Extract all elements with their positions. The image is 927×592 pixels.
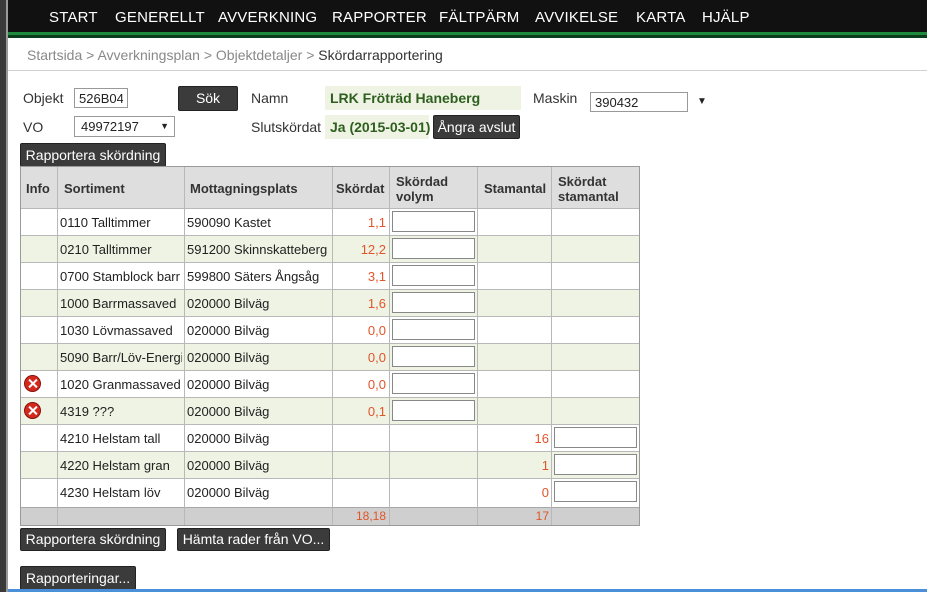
cell-skordat: 0,0 xyxy=(367,377,386,392)
rapportera-skordning-button[interactable]: Rapportera skördning xyxy=(20,528,166,551)
skordat-stamantal-input[interactable] xyxy=(554,454,637,475)
error-icon[interactable] xyxy=(24,402,41,419)
nav-avvikelse[interactable]: AVVIKELSE xyxy=(535,9,618,26)
cell-skordat: 0,0 xyxy=(367,323,386,338)
skordad-volym-input[interactable] xyxy=(392,211,475,232)
skordat-stamantal-input[interactable] xyxy=(554,427,637,448)
skordad-volym-input[interactable] xyxy=(392,319,475,340)
breadcrumb-separator: > xyxy=(203,47,213,63)
cell-mottagningsplats: 020000 Bilväg xyxy=(187,377,270,392)
maskin-input[interactable] xyxy=(590,92,688,112)
cell-mottagningsplats: 020000 Bilväg xyxy=(187,431,270,446)
namn-value: LRK Fröträd Haneberg xyxy=(330,90,481,106)
maskin-dropdown-arrow-icon[interactable]: ▼ xyxy=(697,96,707,107)
vo-select[interactable]: 49972197 ▼ xyxy=(74,116,175,137)
breadcrumb-objektdetaljer[interactable]: Objektdetaljer xyxy=(216,47,302,63)
vo-chevron-down-icon: ▼ xyxy=(160,121,169,131)
breadcrumb-separator: > xyxy=(306,47,315,63)
cell-sortiment: 0700 Stamblock barr xyxy=(60,269,180,284)
cell-sortiment: 0110 Talltimmer xyxy=(60,215,151,230)
nav-accent-stripe-dark xyxy=(8,35,927,38)
cell-mottagningsplats: 020000 Bilväg xyxy=(187,296,270,311)
cell-mottagningsplats: 020000 Bilväg xyxy=(187,323,270,338)
skordad-volym-input[interactable] xyxy=(392,400,475,421)
error-icon[interactable] xyxy=(24,375,41,392)
cell-sortiment: 4230 Helstam löv xyxy=(60,485,161,500)
cell-stamantal: 1 xyxy=(541,458,549,473)
cell-sortiment: 1030 Lövmassaved xyxy=(60,323,173,338)
rapporteringar-button[interactable]: Rapporteringar... xyxy=(20,566,136,590)
objekt-label: Objekt xyxy=(23,90,64,106)
nav-generellt[interactable]: GENERELLT xyxy=(115,9,205,26)
th-sortiment: Sortiment xyxy=(64,181,125,196)
window-left-edge-highlight xyxy=(6,0,8,592)
th-skordat: Skördat xyxy=(336,181,385,196)
cell-mottagningsplats: 020000 Bilväg xyxy=(187,350,270,365)
breadcrumb-current: Skördarrapportering xyxy=(318,47,443,63)
cell-sortiment: 4220 Helstam gran xyxy=(60,458,170,473)
th-skordat-stamantal-line1: Skördat xyxy=(558,174,607,189)
cell-sortiment: 5090 Barr/Löv-Energi xyxy=(60,350,182,365)
nav-faltparm[interactable]: FÄLTPÄRM xyxy=(439,9,520,26)
cell-stamantal: 16 xyxy=(534,431,549,446)
nav-start[interactable]: START xyxy=(49,9,98,26)
cell-stamantal: 0 xyxy=(541,485,549,500)
nav-karta[interactable]: KARTA xyxy=(636,9,686,26)
th-stamantal: Stamantal xyxy=(484,181,547,196)
skordad-volym-input[interactable] xyxy=(392,238,475,259)
breadcrumb-separator: > xyxy=(86,47,95,63)
th-skordad-volym-line1: Skördad xyxy=(396,174,449,189)
cell-mottagningsplats: 599800 Säters Ångsåg xyxy=(187,269,320,284)
cell-mottagningsplats: 591200 Skinnskatteberg xyxy=(187,242,328,257)
cell-sortiment: 4210 Helstam tall xyxy=(60,431,161,446)
skordad-volym-input[interactable] xyxy=(392,346,475,367)
skordat-stamantal-input[interactable] xyxy=(554,481,637,502)
angra-avslut-button[interactable]: Ångra avslut xyxy=(433,115,520,139)
breadcrumb-avverkningsplan[interactable]: Avverkningsplan xyxy=(97,47,199,63)
nav-avverkning[interactable]: AVVERKNING xyxy=(218,9,317,26)
breadcrumb-startsida[interactable]: Startsida xyxy=(27,47,82,63)
cell-skordat: 3,1 xyxy=(367,269,386,284)
th-info: Info xyxy=(26,181,50,196)
cell-skordat: 12,2 xyxy=(360,242,386,257)
cell-sortiment: 0210 Talltimmer xyxy=(60,242,152,257)
cell-sortiment: 4319 ??? xyxy=(60,404,115,419)
skordad-volym-input[interactable] xyxy=(392,292,475,313)
hamta-rader-fran-vo-button[interactable]: Hämta rader från VO... xyxy=(177,528,330,551)
breadcrumb: Startsida > Avverkningsplan > Objektdeta… xyxy=(27,47,443,63)
cell-sortiment: 1020 Granmassaved xyxy=(60,377,181,392)
cell-sortiment: 1000 Barrmassaved xyxy=(60,296,177,311)
cell-mottagningsplats: 020000 Bilväg xyxy=(187,485,270,500)
nav-rapporter[interactable]: RAPPORTER xyxy=(332,9,427,26)
slutskordat-label: Slutskördat xyxy=(251,119,322,135)
th-skordat-stamantal-line2: stamantal xyxy=(558,189,619,204)
th-skordad-volym-line2: volym xyxy=(396,189,434,204)
vo-select-value: 49972197 xyxy=(81,119,139,134)
cell-mottagningsplats: 020000 Bilväg xyxy=(187,458,270,473)
nav-hjalp[interactable]: HJÄLP xyxy=(702,9,750,26)
skordad-volym-input[interactable] xyxy=(392,373,475,394)
namn-label: Namn xyxy=(251,90,289,106)
objekt-input[interactable] xyxy=(74,88,128,108)
th-mottagningsplats: Mottagningsplats xyxy=(190,181,298,196)
cell-skordat: 1,6 xyxy=(367,296,386,311)
cell-skordat: 1,1 xyxy=(367,215,386,230)
rapportera-skordning-top-button[interactable]: Rapportera skördning xyxy=(20,143,166,167)
slutskordat-value: Ja (2015-03-01) xyxy=(330,119,431,135)
cell-skordat: 0,0 xyxy=(367,350,386,365)
skordad-volym-input[interactable] xyxy=(392,265,475,286)
cell-mottagningsplats: 590090 Kastet xyxy=(187,215,271,230)
cell-skordat: 0,1 xyxy=(367,404,386,419)
vo-label: VO xyxy=(23,119,44,135)
header-divider xyxy=(8,70,927,71)
maskin-label: Maskin xyxy=(533,90,578,106)
cell-mottagningsplats: 020000 Bilväg xyxy=(187,404,270,419)
main-navigation: START GENERELLT AVVERKNING RAPPORTER FÄL… xyxy=(8,0,927,32)
sok-button[interactable]: Sök xyxy=(178,86,238,111)
